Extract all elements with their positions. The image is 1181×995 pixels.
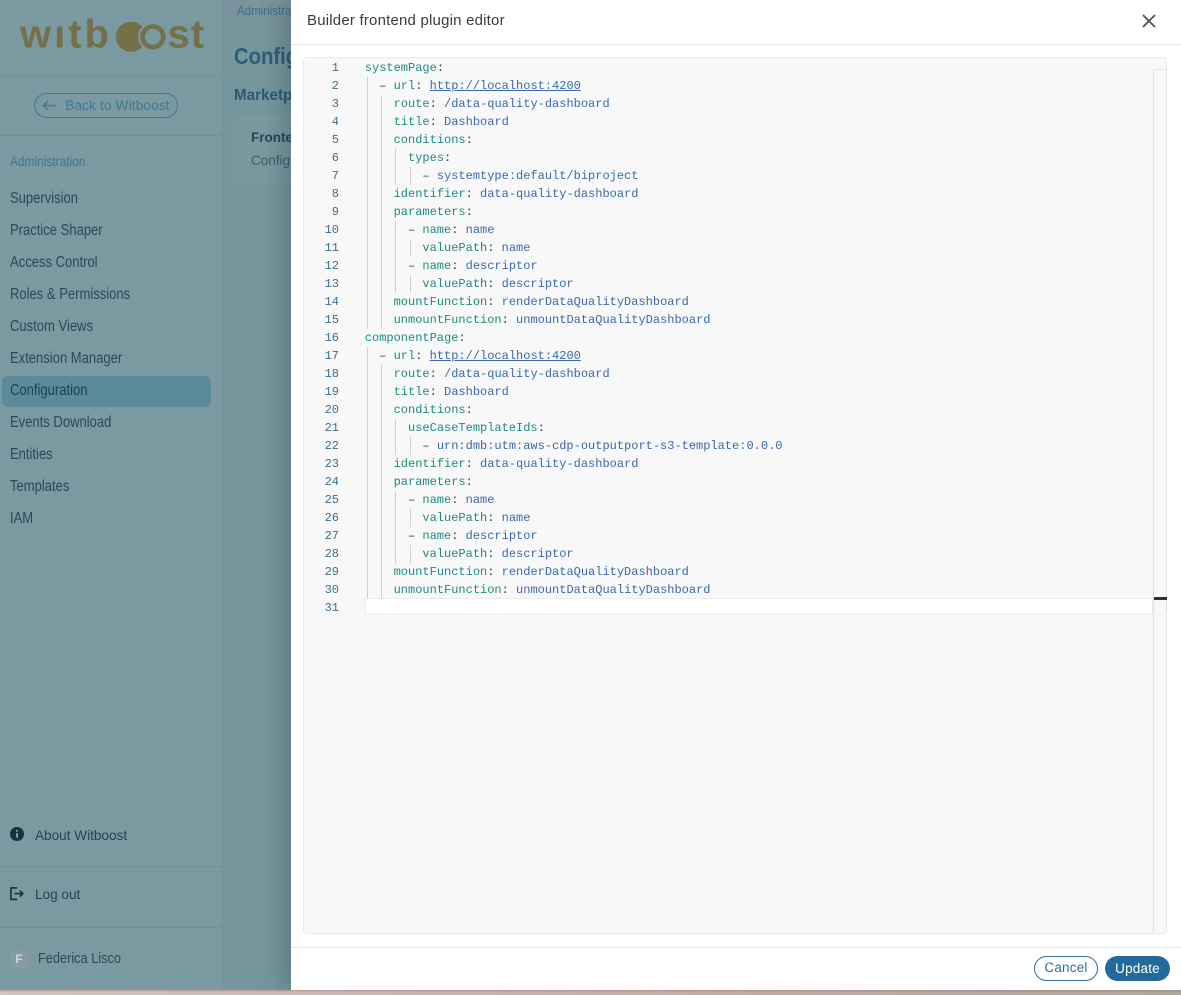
svg-text:wıtb: wıtb [19,16,112,57]
svg-text:st: st [168,16,206,57]
